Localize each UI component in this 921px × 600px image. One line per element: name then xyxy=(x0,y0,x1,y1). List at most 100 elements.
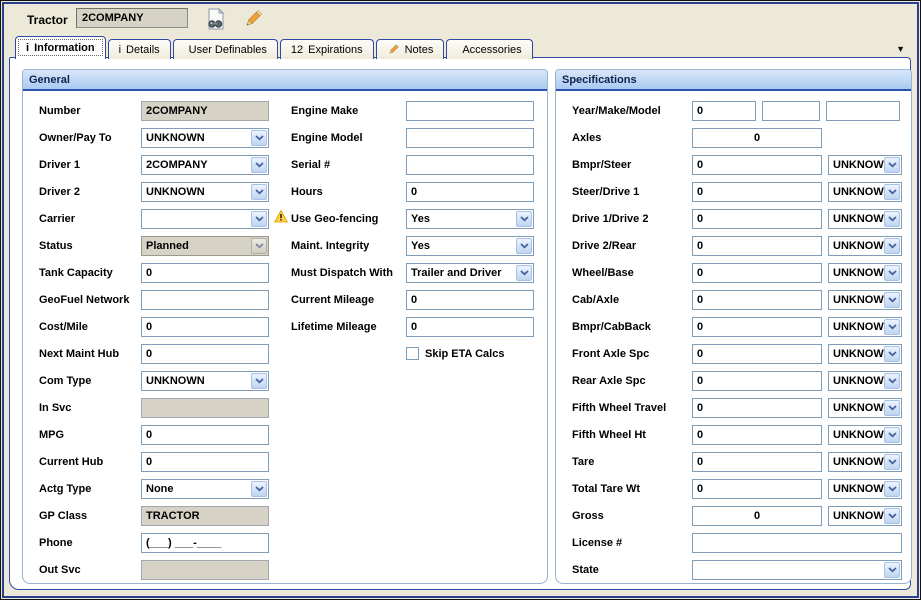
select-owner-pay-to[interactable]: UNKNOWN xyxy=(141,128,269,148)
dropdown-button[interactable] xyxy=(884,319,900,335)
input-mpg[interactable]: 0 xyxy=(141,425,269,445)
dropdown-button[interactable] xyxy=(251,211,267,227)
input-geofuel-network[interactable] xyxy=(141,290,269,310)
input-bmpr-steer[interactable]: 0 xyxy=(692,155,822,175)
select-drive-2-rear[interactable]: UNKNOW xyxy=(828,236,902,256)
tab-user-definables[interactable]: User Definables xyxy=(173,39,278,59)
input-current-hub[interactable]: 0 xyxy=(141,452,269,472)
dropdown-button[interactable] xyxy=(516,238,532,254)
input-lifetime-mileage[interactable]: 0 xyxy=(406,317,534,337)
input-gross[interactable]: 0 xyxy=(692,506,822,526)
dropdown-button[interactable] xyxy=(884,265,900,281)
select-bmpr-steer[interactable]: UNKNOW xyxy=(828,155,902,175)
select-must-dispatch-with[interactable]: Trailer and Driver xyxy=(406,263,534,283)
input-drive-2-rear[interactable]: 0 xyxy=(692,236,822,256)
dropdown-button[interactable] xyxy=(884,400,900,416)
dropdown-button[interactable] xyxy=(251,481,267,497)
field-value: TRACTOR xyxy=(146,510,200,522)
input-year-make-model-1[interactable]: 0 xyxy=(692,101,756,121)
skip-eta-calcs-checkbox[interactable] xyxy=(406,347,419,360)
find-button[interactable] xyxy=(203,6,229,32)
dropdown-button[interactable] xyxy=(251,184,267,200)
input-cost-mile[interactable]: 0 xyxy=(141,317,269,337)
input-total-tare-wt[interactable]: 0 xyxy=(692,479,822,499)
select-steer-drive-1[interactable]: UNKNOW xyxy=(828,182,902,202)
form-row: Must Dispatch WithTrailer and Driver xyxy=(291,259,534,286)
dropdown-button[interactable] xyxy=(884,481,900,497)
input-year-make-model-3[interactable] xyxy=(826,101,900,121)
dropdown-button[interactable] xyxy=(884,211,900,227)
dropdown-button[interactable] xyxy=(251,130,267,146)
select-tare[interactable]: UNKNOW xyxy=(828,452,902,472)
select-status[interactable]: Planned xyxy=(141,236,269,256)
input-fifth-wheel-travel[interactable]: 0 xyxy=(692,398,822,418)
tab-details[interactable]: iDetails xyxy=(108,39,171,59)
select-fifth-wheel-ht[interactable]: UNKNOW xyxy=(828,425,902,445)
input-bmpr-cabback[interactable]: 0 xyxy=(692,317,822,337)
input-serial[interactable] xyxy=(406,155,534,175)
dropdown-button[interactable] xyxy=(251,373,267,389)
select-rear-axle-spc[interactable]: UNKNOW xyxy=(828,371,902,391)
tab-overflow-button[interactable]: ▼ xyxy=(896,44,905,54)
input-engine-model[interactable] xyxy=(406,128,534,148)
input-fifth-wheel-ht[interactable]: 0 xyxy=(692,425,822,445)
dropdown-button[interactable] xyxy=(884,346,900,362)
input-axles[interactable]: 0 xyxy=(692,128,822,148)
select-carrier[interactable] xyxy=(141,209,269,229)
select-actg-type[interactable]: None xyxy=(141,479,269,499)
dropdown-button[interactable] xyxy=(884,157,900,173)
dropdown-button[interactable] xyxy=(884,373,900,389)
dropdown-button[interactable] xyxy=(884,292,900,308)
dropdown-button[interactable] xyxy=(251,238,267,254)
input-year-make-model-2[interactable] xyxy=(762,101,820,121)
tab-accessories[interactable]: Accessories xyxy=(446,39,532,59)
dropdown-button[interactable] xyxy=(884,562,900,578)
input-tank-capacity[interactable]: 0 xyxy=(141,263,269,283)
input-next-maint-hub[interactable]: 0 xyxy=(141,344,269,364)
input-hours[interactable]: 0 xyxy=(406,182,534,202)
select-drive-1-drive-2[interactable]: UNKNOW xyxy=(828,209,902,229)
select-gross[interactable]: UNKNOW xyxy=(828,506,902,526)
form-row: StatusPlanned xyxy=(39,232,288,259)
input-current-mileage[interactable]: 0 xyxy=(406,290,534,310)
select-total-tare-wt[interactable]: UNKNOW xyxy=(828,479,902,499)
input-front-axle-spc[interactable]: 0 xyxy=(692,344,822,364)
dropdown-button[interactable] xyxy=(884,454,900,470)
chevron-down-icon xyxy=(888,405,897,411)
tab-label: Expirations xyxy=(308,44,362,56)
form-row: Bmpr/CabBack0UNKNOW xyxy=(572,313,905,340)
select-front-axle-spc[interactable]: UNKNOW xyxy=(828,344,902,364)
input-engine-make[interactable] xyxy=(406,101,534,121)
input-wheel-base[interactable]: 0 xyxy=(692,263,822,283)
select-state[interactable] xyxy=(692,560,902,580)
dropdown-button[interactable] xyxy=(884,238,900,254)
tab-information[interactable]: iInformation xyxy=(15,36,106,59)
tab-expirations[interactable]: 12Expirations xyxy=(280,39,374,59)
input-phone[interactable]: (___) ___-____ xyxy=(141,533,269,553)
select-cab-axle[interactable]: UNKNOW xyxy=(828,290,902,310)
edit-button[interactable] xyxy=(240,6,266,32)
select-wheel-base[interactable]: UNKNOW xyxy=(828,263,902,283)
select-driver-2[interactable]: UNKNOWN xyxy=(141,182,269,202)
record-id-field[interactable]: 2COMPANY xyxy=(76,8,188,28)
dropdown-button[interactable] xyxy=(516,265,532,281)
input-license[interactable] xyxy=(692,533,902,553)
dropdown-button[interactable] xyxy=(251,157,267,173)
select-com-type[interactable]: UNKNOWN xyxy=(141,371,269,391)
select-maint-integrity[interactable]: Yes xyxy=(406,236,534,256)
dropdown-button[interactable] xyxy=(884,508,900,524)
dropdown-button[interactable] xyxy=(884,427,900,443)
field-value: 0 xyxy=(697,294,703,306)
select-bmpr-cabback[interactable]: UNKNOW xyxy=(828,317,902,337)
tab-notes[interactable]: Notes xyxy=(376,39,445,59)
dropdown-button[interactable] xyxy=(884,184,900,200)
select-use-geo-fencing[interactable]: Yes xyxy=(406,209,534,229)
input-drive-1-drive-2[interactable]: 0 xyxy=(692,209,822,229)
input-tare[interactable]: 0 xyxy=(692,452,822,472)
select-driver-1[interactable]: 2COMPANY xyxy=(141,155,269,175)
input-rear-axle-spc[interactable]: 0 xyxy=(692,371,822,391)
select-fifth-wheel-travel[interactable]: UNKNOW xyxy=(828,398,902,418)
input-cab-axle[interactable]: 0 xyxy=(692,290,822,310)
input-steer-drive-1[interactable]: 0 xyxy=(692,182,822,202)
dropdown-button[interactable] xyxy=(516,211,532,227)
